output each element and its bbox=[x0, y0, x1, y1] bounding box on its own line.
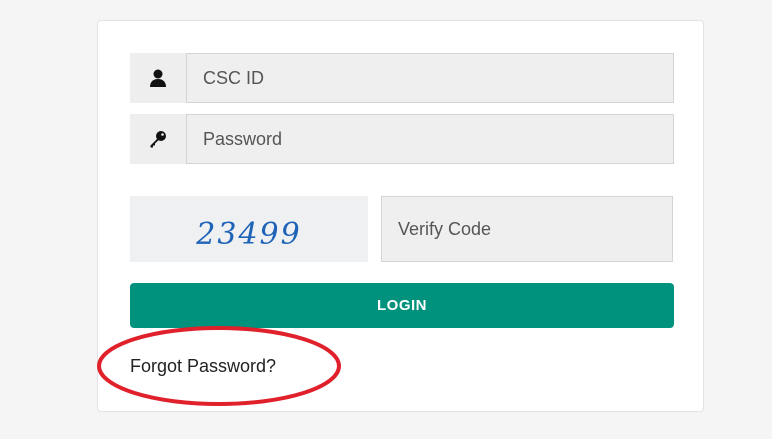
forgot-password-link[interactable]: Forgot Password? bbox=[130, 356, 276, 377]
verify-code-input[interactable] bbox=[381, 196, 673, 262]
login-card: 23499 LOGIN Forgot Password? bbox=[97, 20, 704, 412]
captcha-image: 23499 bbox=[130, 196, 368, 262]
username-row bbox=[130, 53, 674, 103]
page: 23499 LOGIN Forgot Password? bbox=[0, 0, 772, 439]
user-icon bbox=[130, 53, 186, 103]
password-row bbox=[130, 114, 674, 164]
csc-id-input[interactable] bbox=[186, 53, 674, 103]
key-icon bbox=[130, 114, 186, 164]
password-input[interactable] bbox=[186, 114, 674, 164]
captcha-text: 23499 bbox=[196, 216, 302, 252]
login-button[interactable]: LOGIN bbox=[130, 283, 674, 328]
verify-code-row bbox=[381, 196, 673, 262]
